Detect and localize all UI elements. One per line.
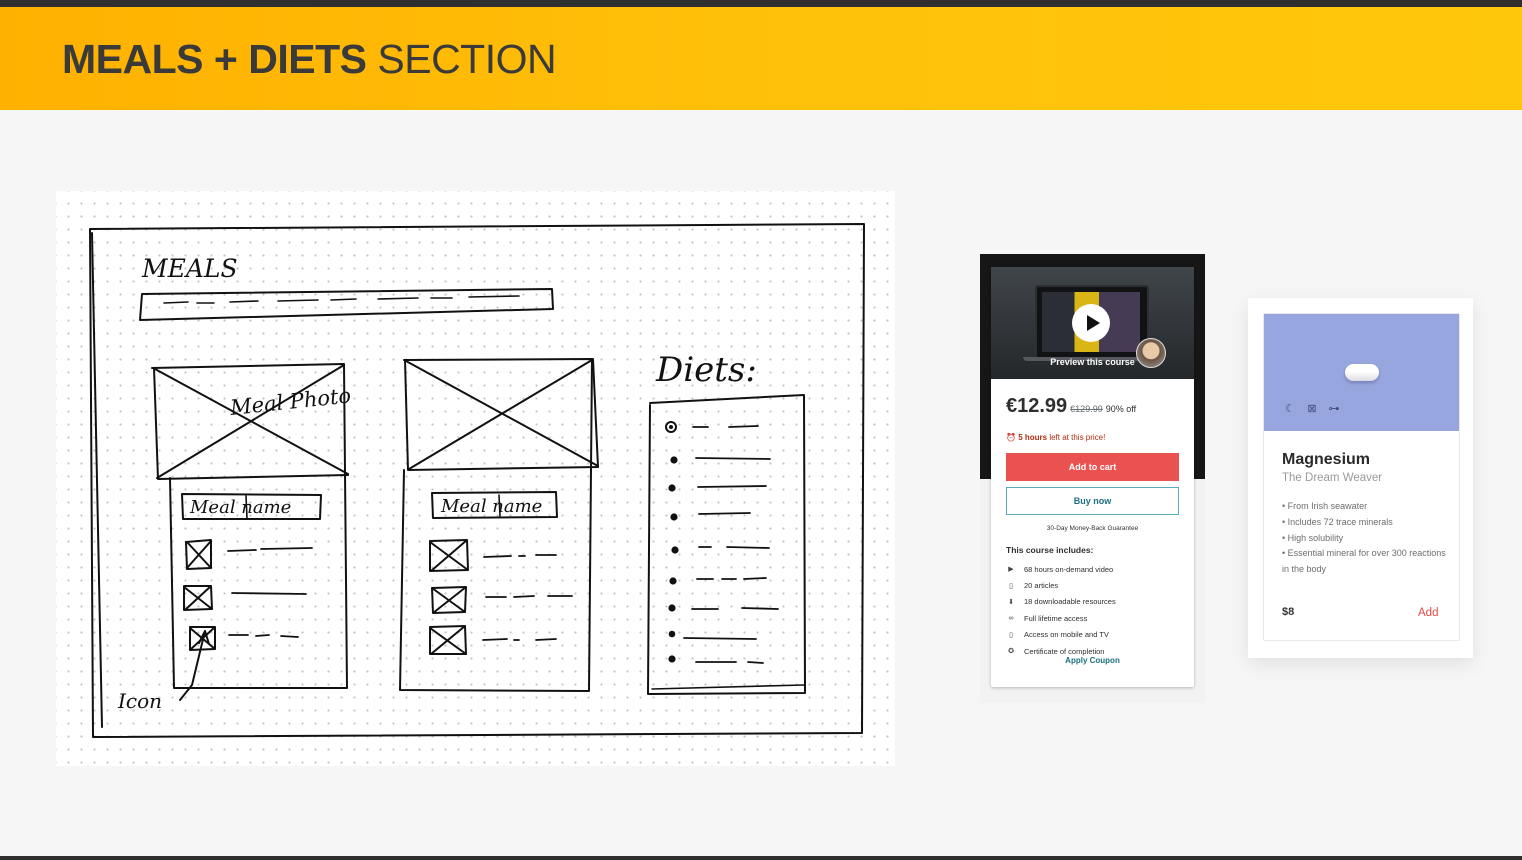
mobile-icon: ▯ (1009, 631, 1013, 639)
wireframe-meal-photo-label: Meal Photo (228, 383, 352, 420)
section-title-light: SECTION (377, 36, 557, 82)
section-title-bold: MEALS + DIETS (62, 36, 367, 82)
dumbbell-icon: ⊶ (1328, 403, 1340, 415)
list-item: ∞ Full lifetime access (1006, 610, 1116, 626)
course-preview[interactable]: Preview this course (991, 267, 1194, 379)
list-item: • From Irish seawater (1282, 501, 1368, 511)
moon-icon: ☾ (1285, 403, 1295, 415)
include-text: Access on mobile and TV (1024, 630, 1109, 640)
top-border (0, 0, 1522, 7)
list-item: ▯ 20 articles (1006, 577, 1116, 593)
product-icons: ☾ ⊠ ⊶ (1283, 402, 1341, 415)
alarm-icon: ⏰ (1006, 433, 1016, 442)
certificate-icon: ✪ (1008, 648, 1014, 656)
product-features: • From Irish seawater • Includes 72 trac… (1282, 499, 1447, 578)
wireframe-icon-label: Icon (117, 689, 162, 713)
course-card: Preview this course €12.99 €129.99 90% off… (991, 267, 1194, 687)
product-subtitle: The Dream Weaver (1282, 472, 1383, 484)
wireframe-drawing: MEALS Meal Photo Meal name Meal name Die… (89, 223, 865, 738)
play-icon[interactable] (1072, 304, 1110, 342)
section-header: MEALS + DIETS SECTION (0, 7, 1522, 110)
include-text: Full lifetime access (1024, 613, 1088, 623)
list-item: • Essential mineral for over 300 reactio… (1282, 548, 1446, 575)
wireframe-diets-title: Diets: (655, 350, 757, 390)
timer-text: left at this price! (1047, 433, 1106, 442)
wireframe-meals-title: MEALS (141, 254, 238, 283)
list-item: • Includes 72 trace minerals (1282, 516, 1393, 527)
product-card: ☾ ⊠ ⊶ Magnesium The Dream Weaver • From … (1263, 313, 1460, 641)
include-text: 18 downloadable resources (1024, 597, 1116, 607)
countdown-timer: ⏰ 5 hours left at this price! (1006, 433, 1105, 442)
video-icon: ▶ (1008, 566, 1014, 574)
download-icon: ⬇ (1008, 598, 1014, 606)
include-text: 20 articles (1024, 581, 1059, 591)
wireframe-search-bar (139, 288, 554, 321)
discount-label: 90% off (1105, 404, 1137, 414)
buy-now-button[interactable]: Buy now (1006, 487, 1179, 515)
guarantee-text: 30-Day Money-Back Guarantee (1046, 525, 1139, 532)
list-item: • High solubility (1282, 532, 1344, 543)
wireframe-icon-boxes-2 (429, 539, 573, 655)
pill-image (1345, 364, 1379, 381)
infinity-icon: ∞ (1008, 614, 1014, 622)
add-to-cart-button[interactable]: Add to cart (1006, 453, 1179, 481)
wireframe-meal-name-label-2: Meal name (440, 496, 542, 517)
timer-hours: 5 hours (1018, 433, 1048, 442)
product-card-reference: ☾ ⊠ ⊶ Magnesium The Dream Weaver • From … (1248, 298, 1473, 658)
include-text: 68 hours on-demand video (1024, 564, 1114, 574)
wireframe-diet-bullets (665, 421, 679, 663)
course-card-reference: Preview this course €12.99 €129.99 90% off… (980, 254, 1205, 703)
preview-label: Preview this course (1050, 357, 1135, 367)
original-price: €129.99 (1070, 404, 1103, 414)
apply-coupon-link[interactable]: Apply Coupon (991, 656, 1194, 665)
wireframe-diets-list (647, 394, 806, 695)
bandage-icon: ⊠ (1307, 403, 1317, 415)
wireframe-meal-name-label-1: Meal name (189, 497, 291, 518)
includes-title: This course includes: (1006, 545, 1094, 555)
list-item: ▶ 68 hours on-demand video (1006, 561, 1116, 577)
list-item: ▯ Access on mobile and TV (1006, 627, 1116, 643)
wireframe-search-placeholder (163, 295, 520, 304)
add-button[interactable]: Add (1418, 607, 1438, 619)
wireframe-sketch: MEALS Meal Photo Meal name Meal name Die… (56, 191, 895, 766)
product-name: Magnesium (1282, 451, 1371, 468)
include-text: Certificate of completion (1024, 646, 1105, 656)
includes-list: ▶ 68 hours on-demand video ▯ 20 articles ⬇… (1006, 561, 1116, 659)
article-icon: ▯ (1009, 582, 1013, 590)
product-image: ☾ ⊠ ⊶ (1264, 314, 1459, 431)
price-row: €12.99 €129.99 90% off (1006, 395, 1136, 421)
section-title: MEALS + DIETS SECTION (62, 36, 557, 82)
current-price: €12.99 (1006, 395, 1068, 417)
product-price: $8 (1282, 606, 1295, 618)
list-item: ⬇ 18 downloadable resources (1006, 594, 1116, 610)
wireframe-outer-frame (89, 223, 865, 738)
bottom-border (0, 856, 1522, 860)
